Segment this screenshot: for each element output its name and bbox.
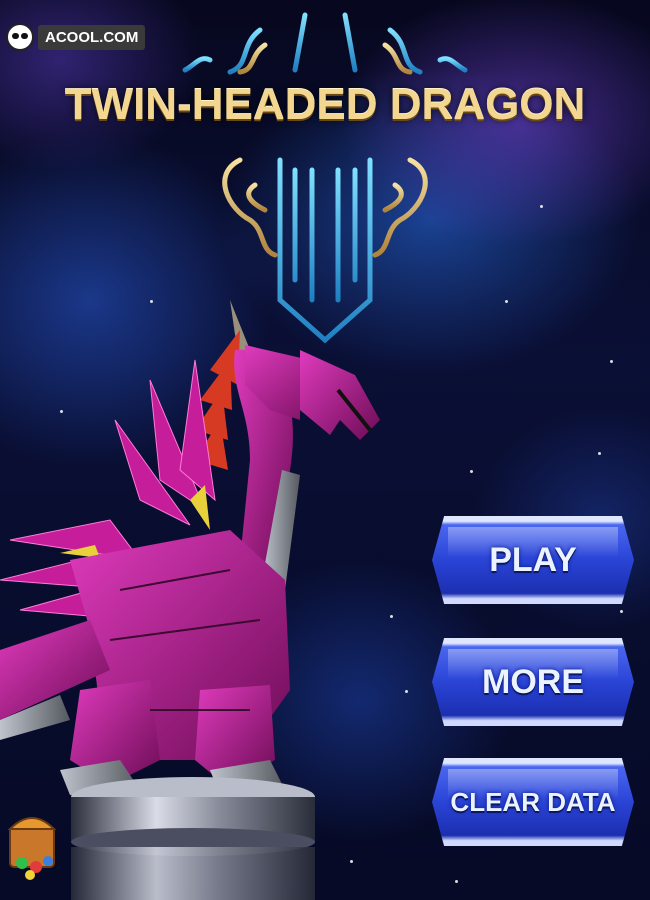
- clear-data-button-label: CLEAR DATA: [450, 786, 616, 817]
- game-menu-screen: ACOOL.COM TWIN-HEADED DRAGON PLAY MORE C…: [0, 0, 650, 900]
- game-title: TWIN-HEADED DRAGON: [64, 80, 586, 129]
- mech-dragon-illustration: [0, 300, 380, 795]
- play-button[interactable]: PLAY: [432, 516, 634, 604]
- panda-logo-icon: [6, 23, 34, 51]
- clear-data-button[interactable]: CLEAR DATA: [432, 758, 634, 846]
- treasure-chest-icon[interactable]: [4, 805, 62, 885]
- more-button[interactable]: MORE: [432, 638, 634, 726]
- play-button-label: PLAY: [489, 540, 577, 579]
- dragon-pedestal: [71, 777, 315, 900]
- more-button-label: MORE: [482, 662, 584, 701]
